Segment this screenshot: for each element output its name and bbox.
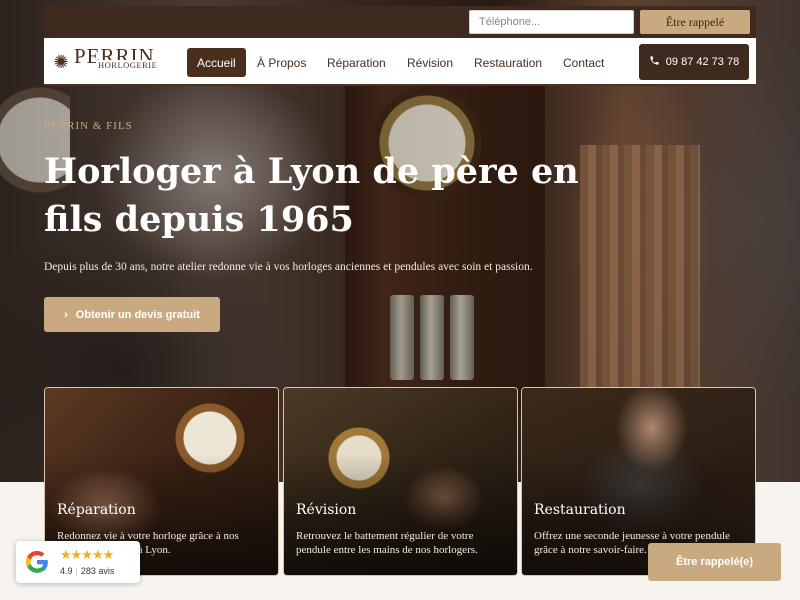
nav-revision[interactable]: Révision: [407, 48, 453, 77]
hero-eyebrow: PERRIN & FILS: [44, 120, 133, 132]
rating-stars: ★★★★★: [60, 547, 114, 562]
floating-callback-button[interactable]: Être rappelé(e): [648, 543, 781, 581]
phone-call-button[interactable]: 09 87 42 73 78: [639, 44, 749, 80]
review-count: 283 avis: [80, 566, 115, 576]
chevron-right-icon: ›: [64, 308, 68, 321]
phone-input[interactable]: [469, 10, 634, 34]
nav-contact[interactable]: Contact: [563, 48, 604, 77]
google-icon: [25, 550, 48, 573]
nav-accueil[interactable]: Accueil: [187, 48, 246, 77]
service-description: Retrouvez le battement régulier de votre…: [296, 530, 478, 556]
service-title: Réparation: [57, 502, 136, 518]
nav-reparation[interactable]: Réparation: [327, 48, 386, 77]
hero-title: Horloger à Lyon de père en fils depuis 1…: [44, 151, 579, 240]
brand-subtitle: HORLOGERIE: [96, 60, 160, 70]
rating-value: 4.9: [60, 566, 73, 576]
phone-number: 09 87 42 73 78: [665, 56, 740, 68]
service-title: Révision: [296, 502, 357, 518]
quote-button-label: Obtenir un devis gratuit: [75, 308, 200, 321]
service-title: Restauration: [534, 502, 626, 518]
service-card-revision[interactable]: Révision Retrouvez le battement régulier…: [283, 387, 518, 576]
logo[interactable]: ✺ PERRIN HORLOGERIE: [50, 45, 162, 79]
google-reviews-badge[interactable]: ★★★★★ 4.9 | 283 avis: [16, 541, 140, 583]
quote-button[interactable]: › Obtenir un devis gratuit: [44, 297, 220, 332]
nav-a-propos[interactable]: À Propos: [257, 48, 306, 77]
nav-restauration[interactable]: Restauration: [474, 48, 542, 77]
callback-button[interactable]: Être rappelé: [640, 10, 750, 34]
phone-icon: [649, 55, 660, 69]
rating-meta: 4.9 | 283 avis: [60, 566, 115, 576]
clock-logo-icon: ✺: [53, 51, 69, 73]
hero-description: Depuis plus de 30 ans, notre atelier red…: [44, 261, 533, 273]
